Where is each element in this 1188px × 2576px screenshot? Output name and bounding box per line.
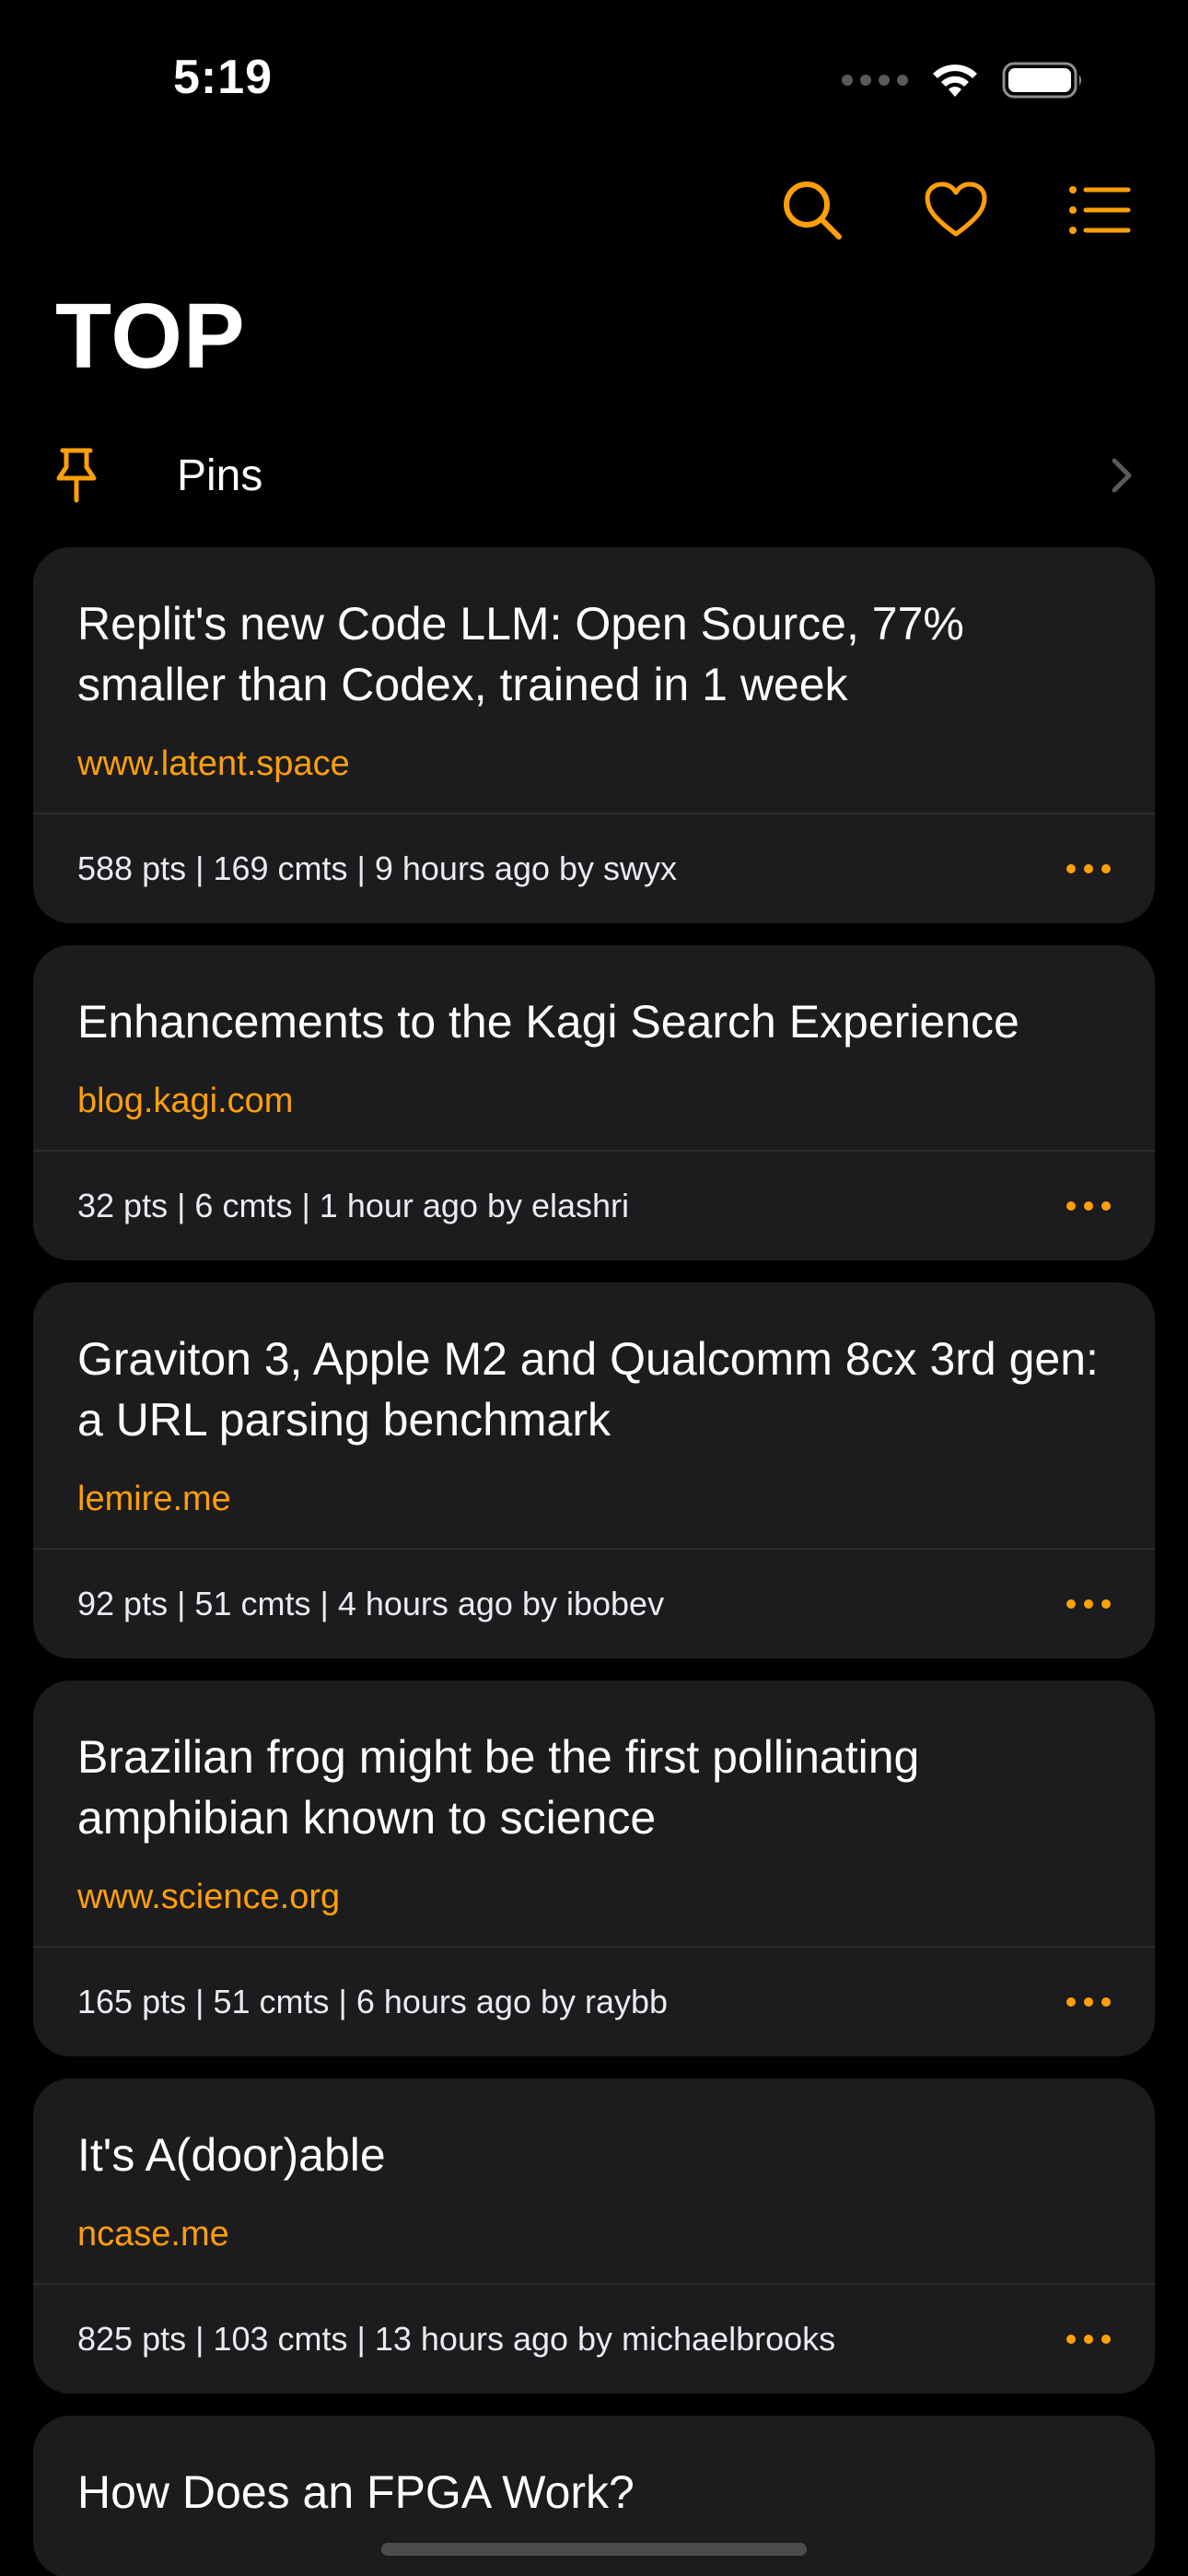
more-options-button[interactable]	[1057, 1988, 1111, 2016]
story-title: Replit's new Code LLM: Open Source, 77% …	[77, 593, 1111, 715]
story-card[interactable]: Replit's new Code LLM: Open Source, 77% …	[33, 547, 1155, 923]
chevron-right-icon	[1111, 457, 1133, 494]
more-options-button[interactable]	[1057, 1192, 1111, 1220]
more-options-button[interactable]	[1057, 2325, 1111, 2353]
story-meta: 165 pts | 51 cmts | 6 hours ago by raybb	[77, 1983, 668, 2021]
favorites-button[interactable]	[923, 177, 989, 243]
pins-label: Pins	[177, 451, 1111, 501]
story-meta: 825 pts | 103 cmts | 13 hours ago by mic…	[77, 2320, 835, 2359]
story-title: It's A(door)able	[77, 2125, 1111, 2185]
more-options-button[interactable]	[1057, 1590, 1111, 1618]
battery-icon	[1002, 60, 1085, 100]
search-button[interactable]	[779, 177, 845, 243]
story-title: Brazilian frog might be the first pollin…	[77, 1727, 1111, 1848]
story-meta: 92 pts | 51 cmts | 4 hours ago by ibobev	[77, 1585, 664, 1623]
story-card[interactable]: Enhancements to the Kagi Search Experien…	[33, 945, 1155, 1260]
story-domain[interactable]: ncase.me	[77, 2213, 1111, 2255]
wifi-icon	[928, 60, 982, 100]
list-icon	[1067, 184, 1132, 236]
story-meta: 32 pts | 6 cmts | 1 hour ago by elashri	[77, 1187, 629, 1225]
story-title: Enhancements to the Kagi Search Experien…	[77, 991, 1111, 1052]
search-icon	[780, 178, 844, 242]
cellular-signal-icon	[842, 75, 908, 86]
story-title: How Does an FPGA Work?	[77, 2462, 1111, 2523]
app-screen: 5:19	[0, 0, 1188, 2576]
more-options-button[interactable]	[1057, 855, 1111, 883]
story-card[interactable]: Graviton 3, Apple M2 and Qualcomm 8cx 3r…	[33, 1282, 1155, 1658]
story-domain[interactable]: www.science.org	[77, 1876, 1111, 1918]
top-toolbar	[779, 177, 1133, 243]
status-time: 5:19	[173, 50, 273, 105]
story-domain[interactable]: www.latent.space	[77, 743, 1111, 785]
pin-icon	[55, 447, 129, 504]
story-title: Graviton 3, Apple M2 and Qualcomm 8cx 3r…	[77, 1329, 1111, 1450]
story-card[interactable]: Brazilian frog might be the first pollin…	[33, 1680, 1155, 2056]
story-domain[interactable]: blog.kagi.com	[77, 1080, 1111, 1122]
story-feed: Replit's new Code LLM: Open Source, 77% …	[33, 547, 1155, 2576]
pins-row[interactable]: Pins	[55, 433, 1133, 518]
home-indicator[interactable]	[381, 2543, 807, 2556]
page-title: TOP	[55, 284, 246, 390]
heart-icon	[924, 181, 988, 240]
story-meta: 588 pts | 169 cmts | 9 hours ago by swyx	[77, 849, 677, 888]
menu-button[interactable]	[1066, 177, 1133, 243]
story-card[interactable]: It's A(door)able ncase.me 825 pts | 103 …	[33, 2078, 1155, 2394]
story-domain[interactable]: lemire.me	[77, 1478, 1111, 1520]
status-icons	[842, 55, 1085, 105]
